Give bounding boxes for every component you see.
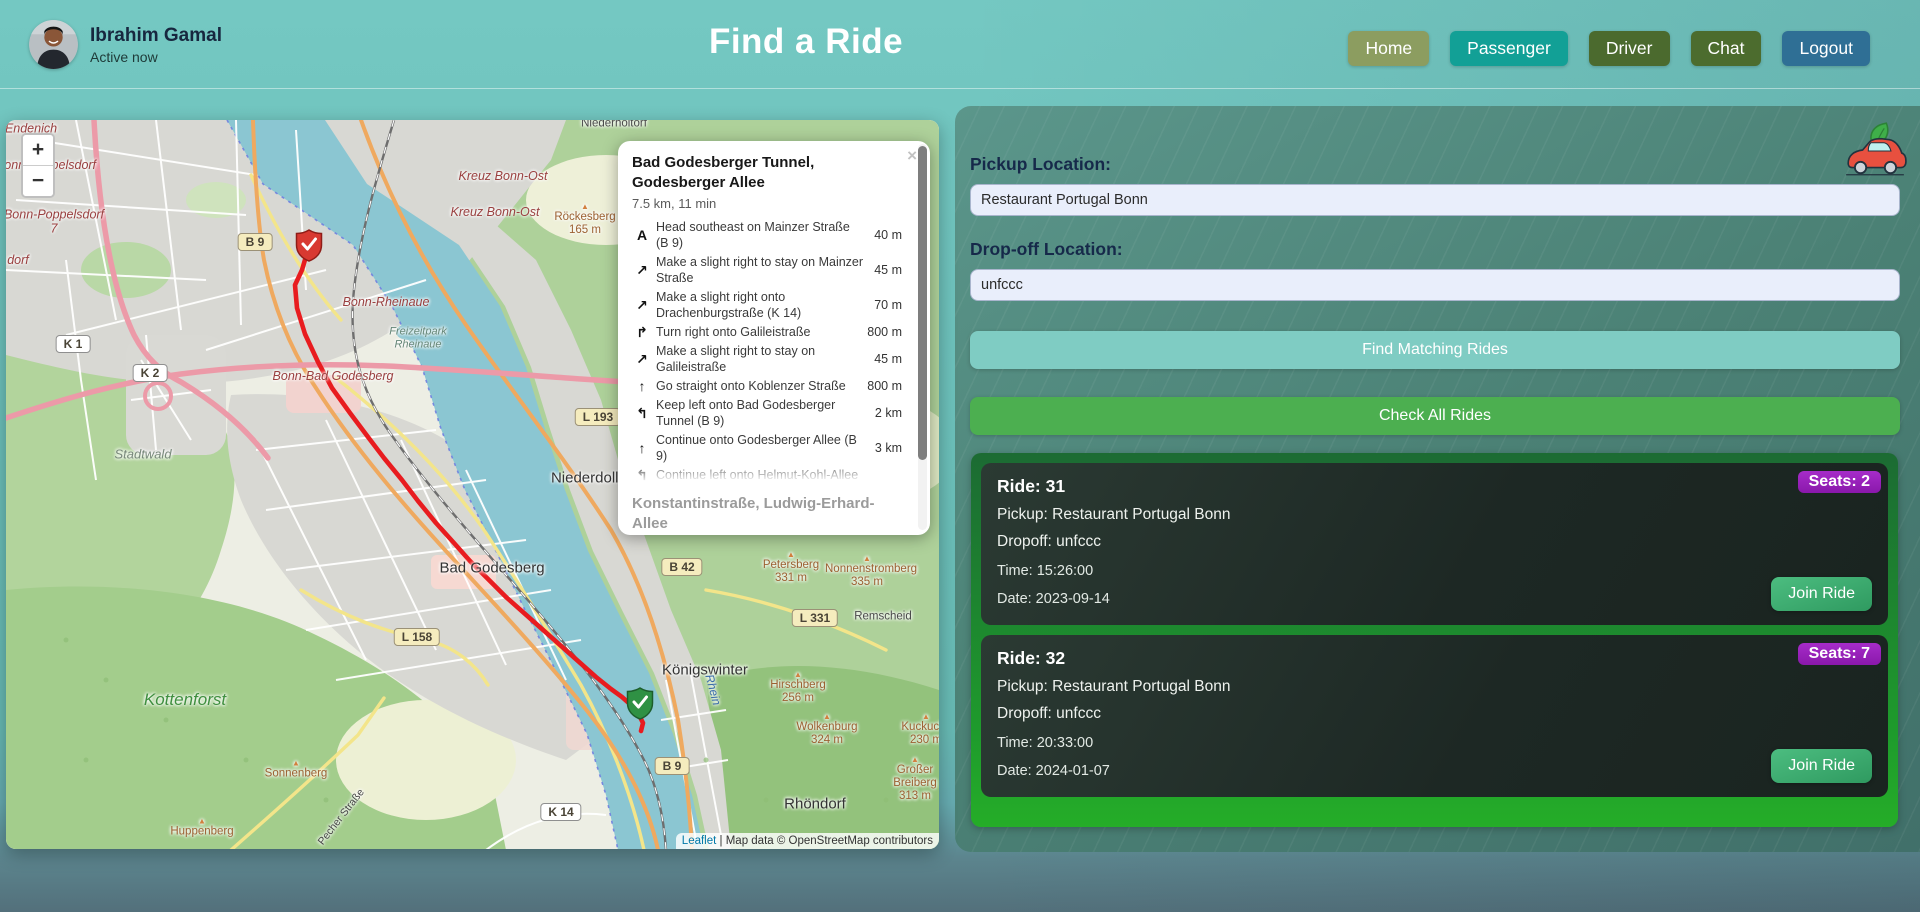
route-summary-block[interactable]: Konstantinstraße, Ludwig-Erhard-Allee 7.… (632, 494, 902, 535)
direction-step: A Head southeast on Mainzer Straße (B 9)… (632, 217, 902, 252)
ride-title: Ride: 31 (997, 476, 1872, 497)
map[interactable]: Endenich6 Bonn-Poppelsdorf Bonn-Poppelsd… (6, 120, 939, 849)
direction-step: ↗ Make a slight right onto Drachenburgst… (632, 287, 902, 322)
pickup-label: Pickup Location: (970, 154, 1111, 175)
step-instruction: Make a slight right to stay on Galileist… (656, 343, 864, 375)
ride-pickup: Pickup: Restaurant Portugal Bonn (997, 506, 1872, 524)
dropoff-label: Drop-off Location: (970, 239, 1123, 260)
direction-step: ↑ Go straight onto Koblenzer Straße 800 … (632, 376, 902, 395)
slight-right-icon: ↗ (632, 297, 652, 313)
nav-button[interactable]: Home (1348, 31, 1429, 66)
step-instruction: Head southeast on Mainzer Straße (B 9) (656, 219, 864, 251)
slight-right-icon: ↗ (632, 351, 652, 367)
route-distance-time: 7.5 km, 11 min (632, 196, 902, 211)
direction-step: ↗ Make a slight right to stay on Mainzer… (632, 252, 902, 287)
keep-left-icon: ↰ (632, 405, 652, 421)
zoom-control: + − (21, 133, 55, 198)
route-name: Konstantinstraße, Ludwig-Erhard-Allee (632, 494, 890, 533)
nav-button[interactable]: Chat (1691, 31, 1762, 66)
step-distance: 70 m (868, 297, 902, 313)
step-distance: 40 m (868, 227, 902, 243)
directions-popup: × Bad Godesberger Tunnel, Godesberger Al… (618, 141, 930, 535)
step-distance: 800 m (861, 324, 902, 340)
avatar[interactable] (29, 20, 78, 69)
popup-scrollbar[interactable] (918, 146, 927, 460)
osm-attribution: Map data © OpenStreetMap contributors (726, 835, 933, 847)
step-distance: 800 m (861, 378, 902, 394)
step-instruction: Go straight onto Koblenzer Straße (656, 378, 857, 394)
find-matching-rides-button[interactable]: Find Matching Rides (970, 331, 1900, 369)
nav-button[interactable]: Logout (1782, 31, 1870, 66)
main-nav: Home Passenger Driver Chat Logout (1348, 31, 1870, 66)
turn-left-icon: ↰ (632, 467, 652, 483)
check-all-rides-button[interactable]: Check All Rides (970, 397, 1900, 435)
ride-card[interactable]: Ride: 31 Seats: 2 Pickup: Restaurant Por… (981, 463, 1888, 625)
direction-step: ↗ Make a slight right to stay on Galilei… (632, 341, 902, 376)
step-instruction: Continue onto Godesberger Allee (B 9) (656, 432, 865, 464)
map-attribution: Leaflet | Map data © OpenStreetMap contr… (676, 833, 939, 849)
step-instruction: Turn right onto Galileistraße (656, 324, 857, 340)
join-ride-button[interactable]: Join Ride (1771, 749, 1872, 783)
route-summary-block[interactable]: Bad Godesberger Tunnel, Godesberger Alle… (632, 153, 902, 484)
nav-button[interactable]: Passenger (1450, 31, 1568, 66)
route-steps: A Head southeast on Mainzer Straße (B 9)… (632, 217, 902, 484)
ride-date: Date: 2024-01-07 (997, 763, 1872, 779)
dropoff-input[interactable] (970, 269, 1900, 301)
step-distance: 45 m (868, 262, 902, 278)
slight-right-icon: ↗ (632, 262, 652, 278)
nav-button[interactable]: Driver (1589, 31, 1670, 66)
ride-dropoff: Dropoff: unfccc (997, 533, 1872, 551)
turn-right-icon: ↱ (632, 324, 652, 340)
direction-step: ↰ Keep left onto Bad Godesberger Tunnel … (632, 395, 902, 430)
route-start-marker[interactable] (294, 228, 324, 262)
zoom-out-button[interactable]: − (23, 166, 53, 196)
route-end-marker[interactable] (625, 686, 655, 720)
eco-car-icon (1842, 120, 1908, 180)
app-header: Ibrahim Gamal Active now Find a Ride Hom… (0, 0, 1920, 89)
step-instruction: Make a slight right onto Drachenburgstra… (656, 289, 864, 321)
ride-dropoff: Dropoff: unfccc (997, 705, 1872, 723)
pickup-input[interactable] (970, 184, 1900, 216)
page-title: Find a Ride (709, 22, 903, 62)
step-instruction: Keep left onto Bad Godesberger Tunnel (B… (656, 397, 865, 429)
step-distance: 3 km (869, 440, 902, 456)
step-instruction: Make a slight right to stay on Mainzer S… (656, 254, 864, 286)
zoom-in-button[interactable]: + (23, 135, 53, 166)
user-status: Active now (90, 49, 222, 65)
step-instruction: Continue left onto Helmut-Kohl-Allee (656, 467, 892, 483)
leaflet-link[interactable]: Leaflet (682, 835, 717, 847)
rides-list: Ride: 31 Seats: 2 Pickup: Restaurant Por… (971, 453, 1898, 827)
direction-step: ↱ Turn right onto Galileistraße 800 m (632, 322, 902, 341)
user-name: Ibrahim Gamal (90, 25, 222, 47)
straight-icon: ↑ (632, 378, 652, 394)
direction-step: ↰ Continue left onto Helmut-Kohl-Allee (632, 465, 902, 484)
close-icon[interactable]: × (907, 146, 917, 166)
ride-date: Date: 2023-09-14 (997, 591, 1872, 607)
depart-icon: A (632, 227, 652, 243)
ride-time: Time: 15:26:00 (997, 563, 1872, 579)
seats-badge: Seats: 7 (1798, 643, 1881, 665)
user-info: Ibrahim Gamal Active now (29, 20, 222, 69)
step-distance: 2 km (869, 405, 902, 421)
straight-icon: ↑ (632, 440, 652, 456)
seats-badge: Seats: 2 (1798, 471, 1881, 493)
ride-time: Time: 20:33:00 (997, 735, 1872, 751)
route-name: Bad Godesberger Tunnel, Godesberger Alle… (632, 153, 890, 192)
popup-scrollbar-track (918, 144, 927, 530)
direction-step: ↑ Continue onto Godesberger Allee (B 9) … (632, 430, 902, 465)
ride-card[interactable]: Ride: 32 Seats: 7 Pickup: Restaurant Por… (981, 635, 1888, 797)
join-ride-button[interactable]: Join Ride (1771, 577, 1872, 611)
ride-search-panel: Pickup Location: Drop-off Location: Find… (955, 106, 1920, 852)
route-list: Bad Godesberger Tunnel, Godesberger Alle… (632, 153, 902, 535)
step-distance: 45 m (868, 351, 902, 367)
ride-title: Ride: 32 (997, 648, 1872, 669)
ride-pickup: Pickup: Restaurant Portugal Bonn (997, 678, 1872, 696)
